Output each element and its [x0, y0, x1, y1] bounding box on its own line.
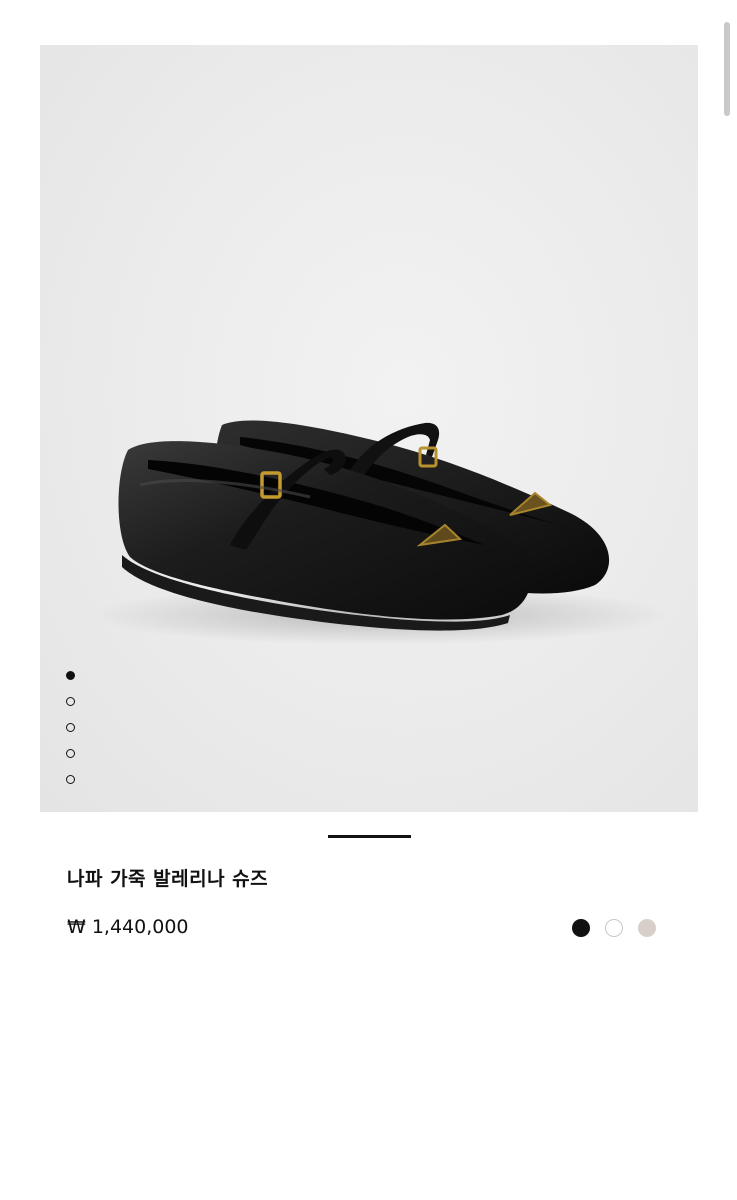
carousel-dot-5[interactable] [66, 775, 75, 784]
color-swatch-white[interactable] [605, 919, 623, 937]
shoe-illustration [90, 420, 670, 645]
product-image[interactable] [40, 45, 698, 812]
carousel-dot-3[interactable] [66, 723, 75, 732]
carousel-dot-2[interactable] [66, 697, 75, 706]
slide-indicator [328, 835, 411, 838]
scrollbar[interactable] [724, 22, 730, 116]
color-swatch-beige[interactable] [638, 919, 656, 937]
product-title: 나파 가죽 발레리나 슈즈 [67, 868, 269, 890]
carousel-dot-1[interactable] [66, 671, 75, 680]
carousel-dot-4[interactable] [66, 749, 75, 758]
product-price: ₩ 1,440,000 [67, 916, 189, 938]
color-swatches [572, 919, 656, 937]
carousel-dots [66, 671, 78, 801]
color-swatch-black[interactable] [572, 919, 590, 937]
